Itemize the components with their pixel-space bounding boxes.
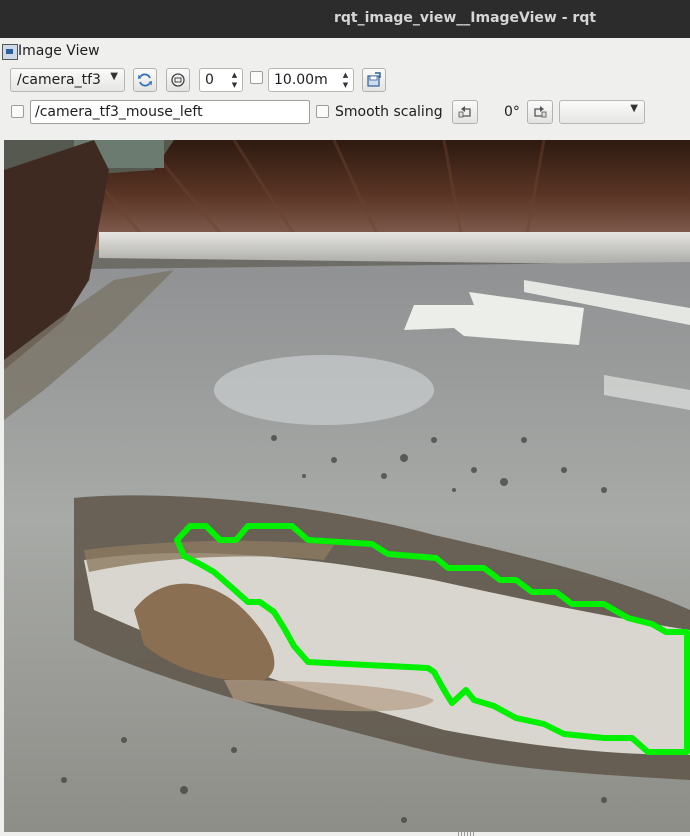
image-view-icon — [2, 44, 18, 60]
plugin-title: Image View — [18, 43, 100, 59]
zoom-fit-icon — [171, 73, 185, 87]
rotate-left-icon — [458, 106, 471, 118]
rotate-left-button[interactable] — [452, 100, 478, 124]
distance-input-value: 10.00m — [274, 72, 328, 88]
resize-handle[interactable] — [458, 832, 476, 836]
smooth-scaling-label: Smooth scaling — [335, 104, 443, 120]
smooth-scaling-checkbox[interactable] — [316, 105, 329, 118]
mouse-topic-input[interactable]: /camera_tf3_mouse_left — [30, 100, 310, 124]
topic-select[interactable]: /camera_tf3 ▼ — [10, 68, 125, 92]
window-title: rqt_image_view__ImageView - rqt — [333, 10, 597, 26]
distance-input[interactable]: 10.00m ▲ ▼ — [268, 68, 354, 92]
chevron-down-icon: ▼ — [630, 103, 638, 114]
distance-checkbox[interactable] — [250, 71, 263, 84]
mouse-topic-value: /camera_tf3_mouse_left — [35, 104, 203, 120]
rotate-right-icon — [534, 106, 547, 118]
publish-checkbox[interactable] — [11, 105, 24, 118]
save-image-button[interactable] — [362, 68, 386, 92]
camera-image[interactable] — [4, 140, 690, 832]
window-titlebar: rqt_image_view__ImageView - rqt — [0, 0, 690, 38]
refresh-button[interactable] — [133, 68, 157, 92]
rotation-select[interactable]: ▼ — [559, 100, 645, 124]
rotation-label: 0° — [504, 104, 520, 120]
spin-arrows-icon[interactable]: ▲ ▼ — [229, 70, 240, 90]
topic-select-value: /camera_tf3 — [17, 72, 101, 88]
chevron-down-icon: ▼ — [110, 71, 118, 82]
image-view-panel: Image View /camera_tf3 ▼ 0 ▲ ▼ 10.00m ▲ ▼ — [0, 38, 690, 836]
rotate-right-button[interactable] — [527, 100, 553, 124]
spin-input-value: 0 — [205, 72, 214, 88]
spin-input[interactable]: 0 ▲ ▼ — [199, 68, 243, 92]
distance-arrows-icon[interactable]: ▲ ▼ — [340, 70, 351, 90]
save-icon — [367, 72, 381, 87]
zoom-fit-button[interactable] — [166, 68, 190, 92]
refresh-icon — [138, 73, 152, 87]
camera-image-scene — [4, 140, 690, 832]
